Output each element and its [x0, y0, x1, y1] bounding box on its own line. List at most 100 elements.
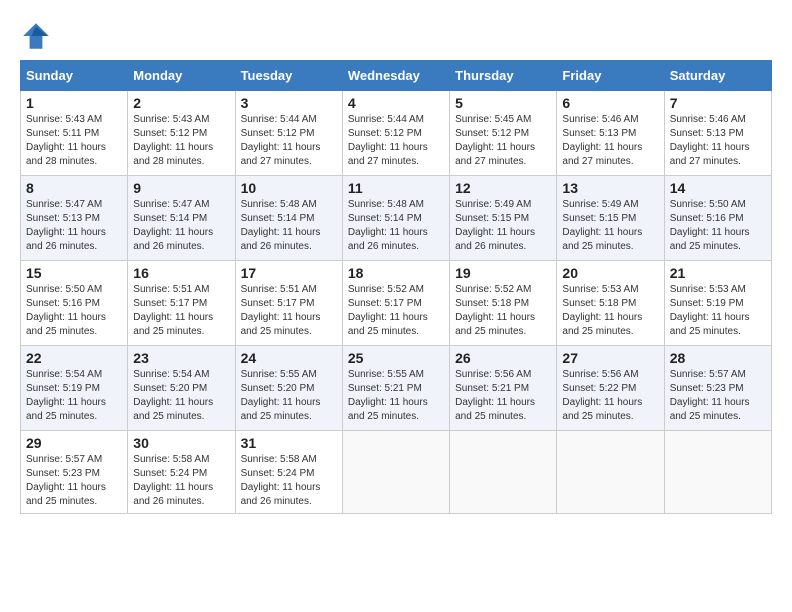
column-header-sunday: Sunday	[21, 61, 128, 91]
day-number: 28	[670, 350, 766, 366]
day-info: Sunrise: 5:53 AMSunset: 5:18 PMDaylight:…	[562, 283, 658, 339]
day-info: Sunrise: 5:55 AMSunset: 5:21 PMDaylight:…	[348, 368, 444, 424]
day-info: Sunrise: 5:57 AMSunset: 5:23 PMDaylight:…	[670, 368, 766, 424]
day-info: Sunrise: 5:56 AMSunset: 5:22 PMDaylight:…	[562, 368, 658, 424]
calendar-header-row: SundayMondayTuesdayWednesdayThursdayFrid…	[21, 61, 772, 91]
day-number: 23	[133, 350, 229, 366]
calendar-week-row: 15 Sunrise: 5:50 AMSunset: 5:16 PMDayligh…	[21, 261, 772, 346]
day-info: Sunrise: 5:56 AMSunset: 5:21 PMDaylight:…	[455, 368, 551, 424]
day-info: Sunrise: 5:49 AMSunset: 5:15 PMDaylight:…	[455, 198, 551, 254]
column-header-thursday: Thursday	[450, 61, 557, 91]
column-header-tuesday: Tuesday	[235, 61, 342, 91]
calendar-cell: 1Sunrise: 5:43 AMSunset: 5:11 PMDaylight…	[21, 91, 128, 176]
calendar-cell: 15 Sunrise: 5:50 AMSunset: 5:16 PMDayligh…	[21, 261, 128, 346]
calendar-cell: 29 Sunrise: 5:57 AMSunset: 5:23 PMDayligh…	[21, 431, 128, 514]
day-number: 8	[26, 180, 122, 196]
day-info: Sunrise: 5:46 AMSunset: 5:13 PMDaylight:…	[562, 113, 658, 169]
day-number: 27	[562, 350, 658, 366]
day-number: 10	[241, 180, 337, 196]
calendar-cell: 10 Sunrise: 5:48 AMSunset: 5:14 PMDayligh…	[235, 176, 342, 261]
calendar-cell	[342, 431, 449, 514]
day-info: Sunrise: 5:44 AMSunset: 5:12 PMDaylight:…	[348, 113, 444, 169]
calendar-cell: 8 Sunrise: 5:47 AMSunset: 5:13 PMDaylight…	[21, 176, 128, 261]
day-info: Sunrise: 5:51 AMSunset: 5:17 PMDaylight:…	[133, 283, 229, 339]
day-number: 25	[348, 350, 444, 366]
calendar-cell: 18 Sunrise: 5:52 AMSunset: 5:17 PMDayligh…	[342, 261, 449, 346]
day-info: Sunrise: 5:51 AMSunset: 5:17 PMDaylight:…	[241, 283, 337, 339]
day-info: Sunrise: 5:48 AMSunset: 5:14 PMDaylight:…	[241, 198, 337, 254]
calendar-cell	[664, 431, 771, 514]
calendar-week-row: 29 Sunrise: 5:57 AMSunset: 5:23 PMDayligh…	[21, 431, 772, 514]
day-info: Sunrise: 5:50 AMSunset: 5:16 PMDaylight:…	[26, 283, 122, 339]
day-number: 22	[26, 350, 122, 366]
day-number: 14	[670, 180, 766, 196]
day-number: 2	[133, 95, 229, 111]
day-info: Sunrise: 5:48 AMSunset: 5:14 PMDaylight:…	[348, 198, 444, 254]
calendar-cell: 21 Sunrise: 5:53 AMSunset: 5:19 PMDayligh…	[664, 261, 771, 346]
day-number: 15	[26, 265, 122, 281]
calendar: SundayMondayTuesdayWednesdayThursdayFrid…	[20, 60, 772, 514]
calendar-cell: 9 Sunrise: 5:47 AMSunset: 5:14 PMDaylight…	[128, 176, 235, 261]
day-info: Sunrise: 5:46 AMSunset: 5:13 PMDaylight:…	[670, 113, 766, 169]
calendar-cell: 19Sunrise: 5:52 AMSunset: 5:18 PMDayligh…	[450, 261, 557, 346]
calendar-cell: 16 Sunrise: 5:51 AMSunset: 5:17 PMDayligh…	[128, 261, 235, 346]
calendar-cell: 31Sunrise: 5:58 AMSunset: 5:24 PMDayligh…	[235, 431, 342, 514]
calendar-cell: 4Sunrise: 5:44 AMSunset: 5:12 PMDaylight…	[342, 91, 449, 176]
calendar-cell: 7 Sunrise: 5:46 AMSunset: 5:13 PMDaylight…	[664, 91, 771, 176]
day-number: 21	[670, 265, 766, 281]
day-number: 1	[26, 95, 122, 111]
calendar-cell: 25 Sunrise: 5:55 AMSunset: 5:21 PMDayligh…	[342, 346, 449, 431]
day-number: 30	[133, 435, 229, 451]
day-number: 20	[562, 265, 658, 281]
day-info: Sunrise: 5:54 AMSunset: 5:20 PMDaylight:…	[133, 368, 229, 424]
day-number: 24	[241, 350, 337, 366]
day-number: 5	[455, 95, 551, 111]
logo-icon	[20, 20, 52, 52]
header	[20, 20, 772, 52]
day-number: 9	[133, 180, 229, 196]
calendar-cell: 14Sunrise: 5:50 AMSunset: 5:16 PMDayligh…	[664, 176, 771, 261]
column-header-saturday: Saturday	[664, 61, 771, 91]
day-info: Sunrise: 5:47 AMSunset: 5:13 PMDaylight:…	[26, 198, 122, 254]
day-info: Sunrise: 5:47 AMSunset: 5:14 PMDaylight:…	[133, 198, 229, 254]
calendar-cell: 17 Sunrise: 5:51 AMSunset: 5:17 PMDayligh…	[235, 261, 342, 346]
calendar-cell: 28 Sunrise: 5:57 AMSunset: 5:23 PMDayligh…	[664, 346, 771, 431]
calendar-cell: 26 Sunrise: 5:56 AMSunset: 5:21 PMDayligh…	[450, 346, 557, 431]
day-number: 11	[348, 180, 444, 196]
day-info: Sunrise: 5:58 AMSunset: 5:24 PMDaylight:…	[241, 453, 337, 509]
day-number: 7	[670, 95, 766, 111]
calendar-cell	[450, 431, 557, 514]
day-number: 19	[455, 265, 551, 281]
day-number: 6	[562, 95, 658, 111]
calendar-cell: 13 Sunrise: 5:49 AMSunset: 5:15 PMDayligh…	[557, 176, 664, 261]
day-info: Sunrise: 5:49 AMSunset: 5:15 PMDaylight:…	[562, 198, 658, 254]
day-info: Sunrise: 5:44 AMSunset: 5:12 PMDaylight:…	[241, 113, 337, 169]
day-number: 12	[455, 180, 551, 196]
day-number: 3	[241, 95, 337, 111]
day-number: 18	[348, 265, 444, 281]
column-header-friday: Friday	[557, 61, 664, 91]
calendar-cell: 12 Sunrise: 5:49 AMSunset: 5:15 PMDayligh…	[450, 176, 557, 261]
day-info: Sunrise: 5:53 AMSunset: 5:19 PMDaylight:…	[670, 283, 766, 339]
calendar-cell: 24 Sunrise: 5:55 AMSunset: 5:20 PMDayligh…	[235, 346, 342, 431]
calendar-cell: 30 Sunrise: 5:58 AMSunset: 5:24 PMDayligh…	[128, 431, 235, 514]
day-info: Sunrise: 5:54 AMSunset: 5:19 PMDaylight:…	[26, 368, 122, 424]
day-info: Sunrise: 5:55 AMSunset: 5:20 PMDaylight:…	[241, 368, 337, 424]
day-number: 26	[455, 350, 551, 366]
day-info: Sunrise: 5:45 AMSunset: 5:12 PMDaylight:…	[455, 113, 551, 169]
day-info: Sunrise: 5:43 AMSunset: 5:12 PMDaylight:…	[133, 113, 229, 169]
day-info: Sunrise: 5:58 AMSunset: 5:24 PMDaylight:…	[133, 453, 229, 509]
calendar-week-row: 8 Sunrise: 5:47 AMSunset: 5:13 PMDaylight…	[21, 176, 772, 261]
column-header-wednesday: Wednesday	[342, 61, 449, 91]
logo	[20, 20, 56, 52]
calendar-week-row: 1Sunrise: 5:43 AMSunset: 5:11 PMDaylight…	[21, 91, 772, 176]
day-info: Sunrise: 5:52 AMSunset: 5:17 PMDaylight:…	[348, 283, 444, 339]
column-header-monday: Monday	[128, 61, 235, 91]
day-info: Sunrise: 5:57 AMSunset: 5:23 PMDaylight:…	[26, 453, 122, 509]
day-number: 17	[241, 265, 337, 281]
day-number: 29	[26, 435, 122, 451]
calendar-cell: 6 Sunrise: 5:46 AMSunset: 5:13 PMDaylight…	[557, 91, 664, 176]
calendar-cell: 20 Sunrise: 5:53 AMSunset: 5:18 PMDayligh…	[557, 261, 664, 346]
day-number: 16	[133, 265, 229, 281]
day-number: 13	[562, 180, 658, 196]
